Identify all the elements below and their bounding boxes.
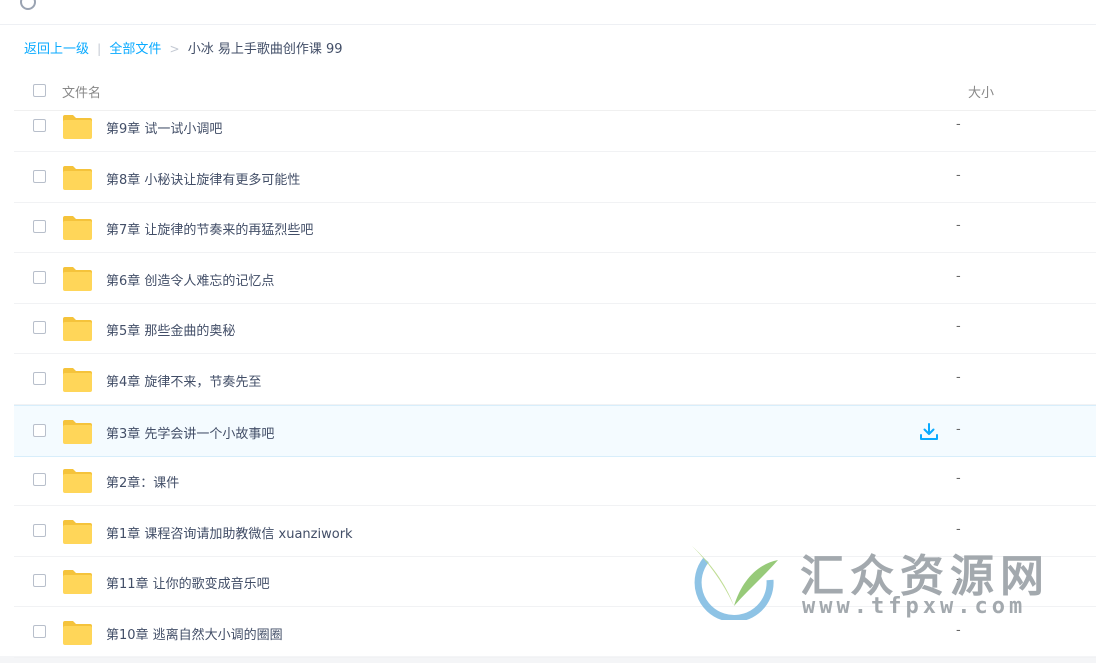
select-all-checkbox[interactable] xyxy=(33,84,46,97)
folder-icon xyxy=(63,165,92,190)
column-header-size[interactable]: 大小 xyxy=(968,82,994,101)
file-size: - xyxy=(956,167,961,183)
file-size: - xyxy=(956,268,961,284)
file-size: - xyxy=(956,370,961,385)
file-row[interactable]: 第8章 小秘诀让旋律有更多可能性 - xyxy=(14,152,1096,203)
file-name[interactable]: 第3章 先学会讲一个小故事吧 xyxy=(106,423,274,442)
file-row[interactable]: 第1章 课程咨询请加助教微信 xuanziwork - xyxy=(14,506,1096,557)
breadcrumb-back-link[interactable]: 返回上一级 xyxy=(24,42,89,57)
file-name[interactable]: 第7章 让旋律的节奏来的再猛烈些吧 xyxy=(106,219,313,238)
file-row[interactable]: 第10章 逃离自然大小调的圈圈 - xyxy=(14,607,1096,658)
row-checkbox[interactable] xyxy=(33,574,46,588)
file-name[interactable]: 第1章 课程咨询请加助教微信 xuanziwork xyxy=(106,523,353,542)
breadcrumb-divider: | xyxy=(97,42,102,56)
file-row[interactable]: 第9章 试一试小调吧 - xyxy=(14,101,1096,152)
file-size: - xyxy=(956,471,961,487)
row-checkbox[interactable] xyxy=(33,523,46,537)
file-row[interactable]: 第11章 让你的歌变成音乐吧 - xyxy=(14,556,1096,608)
file-name[interactable]: 第8章 小秘诀让旋律有更多可能性 xyxy=(106,169,300,188)
file-name[interactable]: 第11章 让你的歌变成音乐吧 xyxy=(106,573,270,592)
file-row[interactable]: 第6章 创造令人难忘的记忆点 - xyxy=(14,253,1096,304)
file-name[interactable]: 第5章 那些金曲的奥秘 xyxy=(106,320,235,339)
file-size: - xyxy=(956,421,961,437)
file-name[interactable]: 第2章：课件 xyxy=(106,472,179,491)
folder-icon xyxy=(63,368,92,392)
file-size: - xyxy=(956,319,961,335)
file-name[interactable]: 第10章 逃离自然大小调的圈圈 xyxy=(106,624,283,643)
row-checkbox[interactable] xyxy=(33,473,46,487)
column-header-name[interactable]: 文件名 xyxy=(62,82,101,101)
breadcrumb-all-files-link[interactable]: 全部文件 xyxy=(109,42,161,57)
folder-icon xyxy=(63,317,92,342)
file-row[interactable]: 第7章 让旋律的节奏来的再猛烈些吧 - xyxy=(14,202,1096,254)
row-checkbox[interactable] xyxy=(33,220,46,234)
row-checkbox[interactable] xyxy=(33,321,46,335)
folder-icon xyxy=(63,266,92,291)
download-icon[interactable] xyxy=(919,422,939,442)
file-size: - xyxy=(956,521,961,537)
file-row[interactable]: 第3章 先学会讲一个小故事吧 - xyxy=(14,404,1096,457)
row-checkbox[interactable] xyxy=(33,625,46,638)
folder-icon xyxy=(63,469,92,494)
top-info-strip xyxy=(0,0,1096,25)
row-checkbox[interactable] xyxy=(33,423,46,437)
row-checkbox[interactable] xyxy=(33,372,46,385)
row-checkbox[interactable] xyxy=(33,119,46,132)
file-row[interactable]: 第4章 旋律不来，节奏先至 - xyxy=(14,354,1096,405)
file-row[interactable]: 第2章：课件 - xyxy=(14,455,1096,507)
file-size: - xyxy=(956,572,961,588)
folder-icon xyxy=(63,570,92,595)
folder-icon xyxy=(63,419,92,444)
file-row[interactable]: 第5章 那些金曲的奥秘 - xyxy=(14,303,1096,355)
folder-icon xyxy=(63,216,92,241)
breadcrumb-arrow: > xyxy=(169,42,180,56)
file-list-panel: 返回上一级 | 全部文件 > 小冰 易上手歌曲创作课 99 文件名 大小 第9章… xyxy=(0,0,1096,658)
row-checkbox[interactable] xyxy=(33,169,46,183)
file-name[interactable]: 第4章 旋律不来，节奏先至 xyxy=(106,371,261,390)
file-name[interactable]: 第9章 试一试小调吧 xyxy=(106,118,222,137)
file-name[interactable]: 第6章 创造令人难忘的记忆点 xyxy=(106,270,274,289)
file-size: - xyxy=(956,117,961,132)
folder-icon xyxy=(63,519,92,544)
clock-icon xyxy=(20,0,36,10)
folder-icon xyxy=(63,621,92,645)
file-size: - xyxy=(956,218,961,234)
breadcrumb-current-folder: 小冰 易上手歌曲创作课 99 xyxy=(187,42,343,57)
row-checkbox[interactable] xyxy=(33,270,46,284)
folder-icon xyxy=(63,115,92,139)
breadcrumb: 返回上一级 | 全部文件 > 小冰 易上手歌曲创作课 99 xyxy=(24,38,343,57)
file-size: - xyxy=(956,623,961,638)
